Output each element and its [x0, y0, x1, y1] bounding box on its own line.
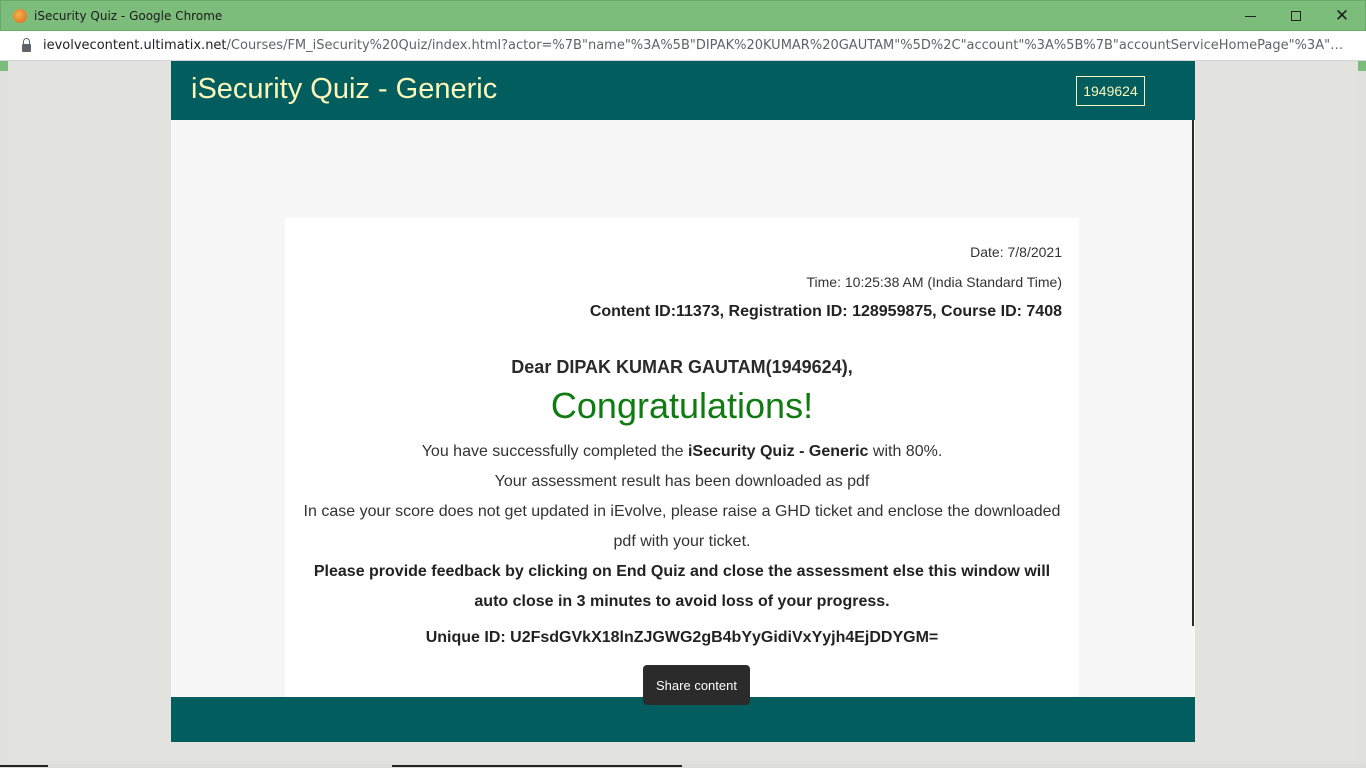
- content-divider: [1192, 120, 1194, 626]
- url-text[interactable]: ievolvecontent.ultimatix.net/Courses/FM_…: [43, 38, 1348, 53]
- address-bar[interactable]: ievolvecontent.ultimatix.net/Courses/FM_…: [0, 31, 1366, 61]
- quiz-header: iSecurity Quiz - Generic 1949624: [171, 61, 1195, 120]
- url-path: /Courses/FM_iSecurity%20Quiz/index.html?…: [226, 38, 1348, 53]
- download-note: Your assessment result has been download…: [494, 473, 870, 490]
- frame-edge-right: [1358, 61, 1366, 71]
- result-card: Date: 7/8/2021 Time: 10:25:38 AM (India …: [285, 218, 1079, 697]
- completion-quiz-name: iSecurity Quiz - Generic: [687, 443, 869, 460]
- taskbar-edge: [0, 764, 1366, 768]
- user-id-badge: 1949624: [1076, 76, 1145, 106]
- window-title: iSecurity Quiz - Google Chrome: [34, 8, 223, 23]
- maximize-icon: [1291, 11, 1301, 21]
- minimize-icon: [1244, 15, 1256, 17]
- result-time: Time: 10:25:38 AM (India Standard Time): [806, 274, 1063, 290]
- frame-edge-left: [0, 61, 8, 71]
- chrome-app-icon: [13, 8, 27, 23]
- close-icon: ✕: [1334, 5, 1350, 26]
- result-ids: Content ID:11373, Registration ID: 12895…: [589, 303, 1062, 320]
- completion-line: You have successfully completed the iSec…: [303, 437, 1061, 467]
- minimize-button[interactable]: [1227, 1, 1273, 31]
- url-host: ievolvecontent.ultimatix.net: [43, 38, 227, 53]
- window-title-bar: iSecurity Quiz - Google Chrome ✕: [0, 0, 1366, 31]
- lock-icon: [22, 37, 31, 52]
- share-content-tooltip: Share content: [643, 665, 750, 705]
- taskbar-segment: [392, 765, 682, 767]
- quiz-container: iSecurity Quiz - Generic 1949624 Date: 7…: [171, 61, 1195, 742]
- close-button[interactable]: ✕: [1319, 1, 1365, 31]
- result-message: You have successfully completed the iSec…: [303, 437, 1061, 617]
- completion-prefix: You have successfully completed the: [421, 443, 688, 460]
- congratulations-heading: Congratulations!: [550, 385, 814, 426]
- greeting: Dear DIPAK KUMAR GAUTAM(1949624),: [511, 357, 853, 377]
- ghd-note: In case your score does not get updated …: [303, 503, 1061, 550]
- feedback-note: Please provide feedback by clicking on E…: [313, 563, 1051, 610]
- window-controls: ✕: [1227, 1, 1365, 31]
- unique-id: Unique ID: U2FsdGVkX18lnZJGWG2gB4bYyGidi…: [425, 629, 939, 646]
- maximize-button[interactable]: [1273, 1, 1319, 31]
- completion-score: with 80%.: [868, 443, 943, 460]
- taskbar-segment: [0, 765, 48, 767]
- quiz-title: iSecurity Quiz - Generic: [191, 73, 498, 105]
- result-date: Date: 7/8/2021: [970, 244, 1062, 260]
